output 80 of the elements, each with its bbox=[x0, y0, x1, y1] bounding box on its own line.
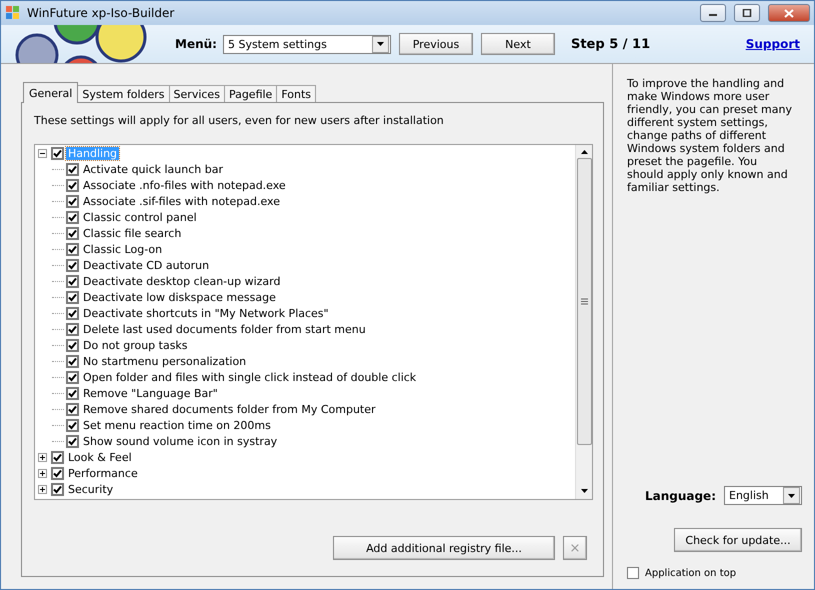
app-icon bbox=[5, 5, 21, 21]
expand-icon[interactable] bbox=[38, 468, 47, 478]
dropdown-arrow-icon bbox=[788, 494, 795, 498]
checkbox[interactable] bbox=[66, 162, 79, 176]
window-title: WinFuture xp-Iso-Builder bbox=[27, 6, 176, 20]
checkbox[interactable] bbox=[66, 434, 79, 448]
tree-item[interactable]: Deactivate desktop clean-up wizard bbox=[81, 274, 282, 288]
tree-item[interactable]: Deactivate low diskspace message bbox=[81, 290, 278, 304]
maximize-icon bbox=[742, 9, 752, 17]
support-link[interactable]: Support bbox=[746, 37, 800, 51]
collapse-icon[interactable] bbox=[38, 148, 47, 158]
checkbox[interactable] bbox=[66, 418, 79, 432]
tree-item[interactable]: Look & Feel bbox=[66, 450, 134, 464]
tree-item[interactable]: Deactivate CD autorun bbox=[81, 258, 212, 272]
scroll-down-icon[interactable] bbox=[580, 489, 588, 493]
expand-icon[interactable] bbox=[38, 452, 47, 462]
tree-item[interactable]: Performance bbox=[66, 466, 140, 480]
tree-item[interactable]: No startmenu personalization bbox=[81, 354, 248, 368]
close-button[interactable] bbox=[768, 4, 810, 22]
checkbox[interactable] bbox=[66, 226, 79, 240]
tab[interactable]: General bbox=[23, 82, 78, 103]
language-dropdown[interactable]: English bbox=[724, 486, 802, 505]
checkbox[interactable] bbox=[66, 274, 79, 288]
tree-item[interactable]: Set menu reaction time on 200ms bbox=[81, 418, 273, 432]
step-indicator: Step 5 / 11 bbox=[570, 36, 652, 52]
checkbox[interactable] bbox=[66, 306, 79, 320]
checkbox[interactable] bbox=[66, 242, 79, 256]
checkbox[interactable] bbox=[66, 402, 79, 416]
scrollbar[interactable] bbox=[575, 145, 592, 499]
expand-icon[interactable] bbox=[38, 484, 47, 494]
previous-button[interactable]: Previous bbox=[398, 33, 473, 55]
add-registry-button[interactable]: Add additional registry file... bbox=[333, 536, 555, 560]
checkbox[interactable] bbox=[66, 194, 79, 208]
checkbox[interactable] bbox=[66, 386, 79, 400]
menu-dropdown[interactable]: 5 System settings bbox=[222, 34, 391, 54]
tree-item[interactable]: Deactivate shortcuts in "My Network Places" bbox=[81, 306, 331, 320]
checkbox[interactable] bbox=[51, 482, 64, 496]
checkbox[interactable] bbox=[66, 178, 79, 192]
checkbox[interactable] bbox=[627, 567, 639, 579]
tree-item[interactable]: Open folder and files with single click instead of double click bbox=[81, 370, 418, 384]
tab[interactable]: System folders bbox=[77, 85, 170, 102]
checkbox-label: Application on top bbox=[645, 568, 736, 578]
checkbox[interactable] bbox=[66, 354, 79, 368]
tree-item[interactable]: Activate quick launch bar bbox=[81, 162, 226, 176]
checkbox[interactable] bbox=[66, 290, 79, 304]
tree-item[interactable]: Associate .nfo-files with notepad.exe bbox=[81, 178, 288, 192]
next-button[interactable]: Next bbox=[480, 33, 555, 55]
checkbox[interactable] bbox=[51, 450, 64, 464]
tree-item[interactable]: Remove shared documents folder from My Computer bbox=[81, 402, 378, 416]
dropdown-arrow-icon bbox=[376, 42, 384, 46]
tree-item[interactable]: Classic control panel bbox=[81, 210, 199, 224]
tree-item[interactable]: Classic Log-on bbox=[81, 242, 164, 256]
tab[interactable]: Pagefile bbox=[224, 85, 278, 102]
grip-icon bbox=[580, 298, 588, 305]
maximize-button[interactable] bbox=[734, 4, 760, 22]
tree-item[interactable]: Delete last used documents folder from start menu bbox=[81, 322, 368, 336]
minimize-button[interactable] bbox=[700, 4, 726, 22]
language-label: Language: bbox=[644, 488, 716, 502]
tree-item[interactable]: Associate .sif-files with notepad.exe bbox=[81, 194, 282, 208]
checkbox[interactable] bbox=[51, 146, 64, 160]
description-text: To improve the handling and make Windows more user friendly, you can preset many different system settings, change paths of different Windows system folders and preset the pagefile. You should apply only known and familiar settings. bbox=[627, 77, 792, 196]
close-icon bbox=[784, 8, 794, 18]
checkbox[interactable] bbox=[66, 338, 79, 352]
update-button[interactable]: Check for update... bbox=[674, 528, 802, 552]
info-text: These settings will apply for all users, even for new users after installation bbox=[34, 114, 445, 127]
scroll-up-icon[interactable] bbox=[580, 150, 588, 154]
tab[interactable]: Fonts bbox=[276, 85, 316, 102]
menu-label: Menü: bbox=[175, 37, 217, 51]
tree-item[interactable]: Security bbox=[66, 482, 116, 496]
checkbox[interactable] bbox=[51, 466, 64, 480]
checkbox[interactable] bbox=[66, 210, 79, 224]
scrollbar-thumb[interactable] bbox=[576, 158, 592, 445]
tree-item[interactable]: Show sound volume icon in systray bbox=[81, 434, 280, 448]
tree-item[interactable]: Do not group tasks bbox=[81, 338, 190, 352]
tab[interactable]: Services bbox=[168, 85, 225, 102]
tree-item[interactable]: Remove "Language Bar" bbox=[81, 386, 220, 400]
tree-item[interactable]: Classic file search bbox=[81, 226, 184, 240]
checkbox[interactable] bbox=[66, 370, 79, 384]
checkbox[interactable] bbox=[66, 258, 79, 272]
checkbox[interactable] bbox=[66, 322, 79, 336]
